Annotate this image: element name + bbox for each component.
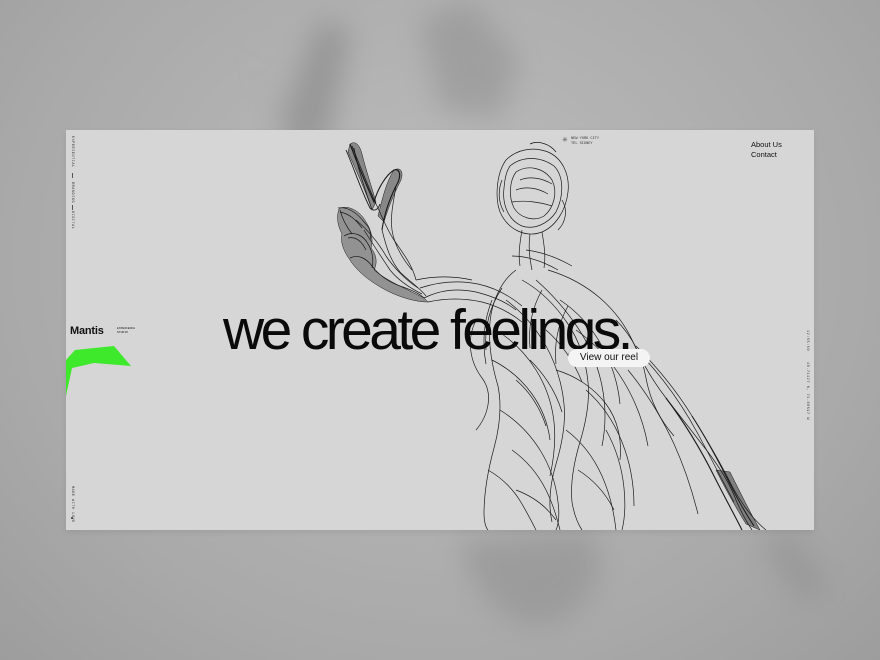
scroll-indicator: [71, 517, 73, 519]
side-divider: [72, 205, 73, 210]
side-label-digital: DIGITAL: [70, 211, 74, 230]
side-label-branding: BRANDING: [70, 182, 74, 204]
brand-subtitle-line2: STUDIO: [117, 331, 128, 334]
coordinates: 40.71427 N, 74.00597 W: [805, 362, 809, 420]
brand-subtitle: EXPERIENCE STUDIO: [117, 327, 135, 335]
side-label-experiential: EXPERIENTIAL: [70, 136, 74, 168]
side-divider: [72, 173, 73, 178]
local-time: 12:55:50: [805, 330, 809, 352]
hero-frame: EXPERIENTIAL BRANDING DIGITAL MADE WITH …: [66, 130, 814, 530]
view-reel-button[interactable]: View our reel: [568, 349, 650, 367]
right-rail: 12:55:50 40.71427 N, 74.00597 W: [800, 130, 814, 530]
mantis-green-emblem-icon: [66, 346, 131, 396]
brand-subtitle-line1: EXPERIENCE: [117, 327, 136, 330]
brand-name: Mantis: [70, 325, 104, 337]
